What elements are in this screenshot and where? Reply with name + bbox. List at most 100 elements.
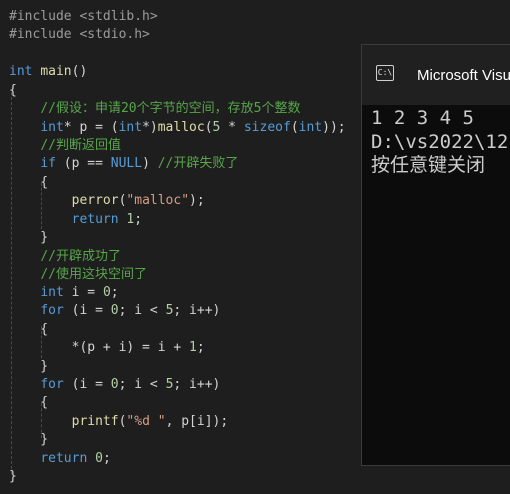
code-token: for [40,377,64,392]
console-output-line: D:\vs2022\12 [371,131,509,153]
console-output-line: 按任意键关闭 [371,154,486,176]
code-token: (i = [63,303,111,318]
code-line[interactable]: int i = 0; [9,284,119,302]
code-token: int [118,120,143,135]
code-token: (p == [55,156,111,171]
code-line[interactable]: #include <stdlib.h> [9,8,158,26]
code-token: 0 [95,451,103,466]
console-titlebar[interactable]: C:\ Microsoft Visu [362,45,510,105]
code-token: 0 [110,377,119,392]
code-token: i = [63,285,103,300]
code-token: * [220,120,244,135]
code-token: * p = ( [63,120,119,135]
code-line[interactable]: for (i = 0; i < 5; i++) [9,376,220,394]
code-line[interactable]: return 1; [9,211,142,229]
code-token: ; [110,285,119,300]
code-line[interactable]: int main() [9,63,87,81]
code-token: 1 [189,340,197,355]
code-token: printf [71,414,119,429]
code-line[interactable]: { [9,321,48,339]
code-token: ) [142,156,158,171]
code-token: } [9,432,49,447]
code-token: if [40,156,56,171]
code-token: ; [102,451,111,466]
code-token: //开辟失败了 [157,156,239,171]
indent-guide [41,183,42,229]
indent-guide [41,326,42,358]
code-token: ; i++) [173,303,221,318]
code-token: //假设：申请20个字节的空间，存放5个整数 [40,101,301,116]
code-token: ( [204,120,213,135]
indent-guide [11,92,12,474]
indent-guide [41,403,42,438]
code-token: () [71,64,88,79]
code-token: )); [322,120,346,135]
code-token: *) [142,120,158,135]
code-token: malloc [157,120,205,135]
code-line[interactable]: //假设：申请20个字节的空间，存放5个整数 [9,100,300,118]
code-token: //判断返回值 [40,138,121,153]
code-line[interactable]: int* p = (int*)malloc(5 * sizeof(int)); [9,119,346,137]
code-token: sizeof [243,120,291,135]
code-line[interactable]: } [9,358,48,376]
code-line[interactable]: } [9,229,48,247]
code-token: { [9,395,49,410]
code-token: NULL [110,156,143,171]
code-token: for [40,303,64,318]
code-token: int [298,120,323,135]
code-token: ; [196,340,205,355]
code-line[interactable]: { [9,394,48,412]
code-token: ; i < [118,377,166,392]
code-token: int [40,285,64,300]
code-token: return [40,451,88,466]
code-token: ; i++) [173,377,221,392]
code-token: "%d " [126,414,166,429]
code-token: "malloc" [126,193,190,208]
code-line[interactable]: #include <stdio.h> [9,26,150,44]
code-token: //开辟成功了 [40,249,121,264]
code-line[interactable]: { [9,174,48,192]
code-token: ( [290,120,299,135]
code-token: } [9,359,49,374]
code-token: { [9,322,49,337]
console-output-line: 1 2 3 4 5 [371,107,474,129]
code-token: #include <stdlib.h> [9,9,158,24]
code-line[interactable]: } [9,431,48,449]
code-line[interactable]: return 0; [9,450,111,468]
code-line[interactable]: //开辟成功了 [9,248,121,266]
console-window[interactable]: C:\ Microsoft Visu 1 2 3 4 5 D:\vs2022\1… [361,44,510,466]
code-token: { [9,175,49,190]
code-token: *(p + i) = i + [9,340,190,355]
code-token: (i = [63,377,111,392]
code-line[interactable]: if (p == NULL) //开辟失败了 [9,155,238,173]
code-token: ; i < [118,303,166,318]
code-token: int [40,120,64,135]
code-token: int [9,64,33,79]
code-token: perror [71,193,119,208]
code-line[interactable]: //判断返回值 [9,137,121,155]
code-token: ; [134,212,143,227]
code-token: return [71,212,119,227]
code-token: } [9,230,49,245]
code-line[interactable]: //使用这块空间了 [9,266,147,284]
code-token: 0 [110,303,119,318]
code-line[interactable]: for (i = 0; i < 5; i++) [9,302,220,320]
code-token: #include <stdio.h> [9,27,150,42]
code-token: ); [189,193,205,208]
code-token: 0 [102,285,111,300]
code-line[interactable]: *(p + i) = i + 1; [9,339,205,357]
terminal-icon: C:\ [376,65,394,81]
code-token: , p[i]); [165,414,229,429]
code-line[interactable]: perror("malloc"); [9,192,205,210]
code-token: main [40,64,72,79]
